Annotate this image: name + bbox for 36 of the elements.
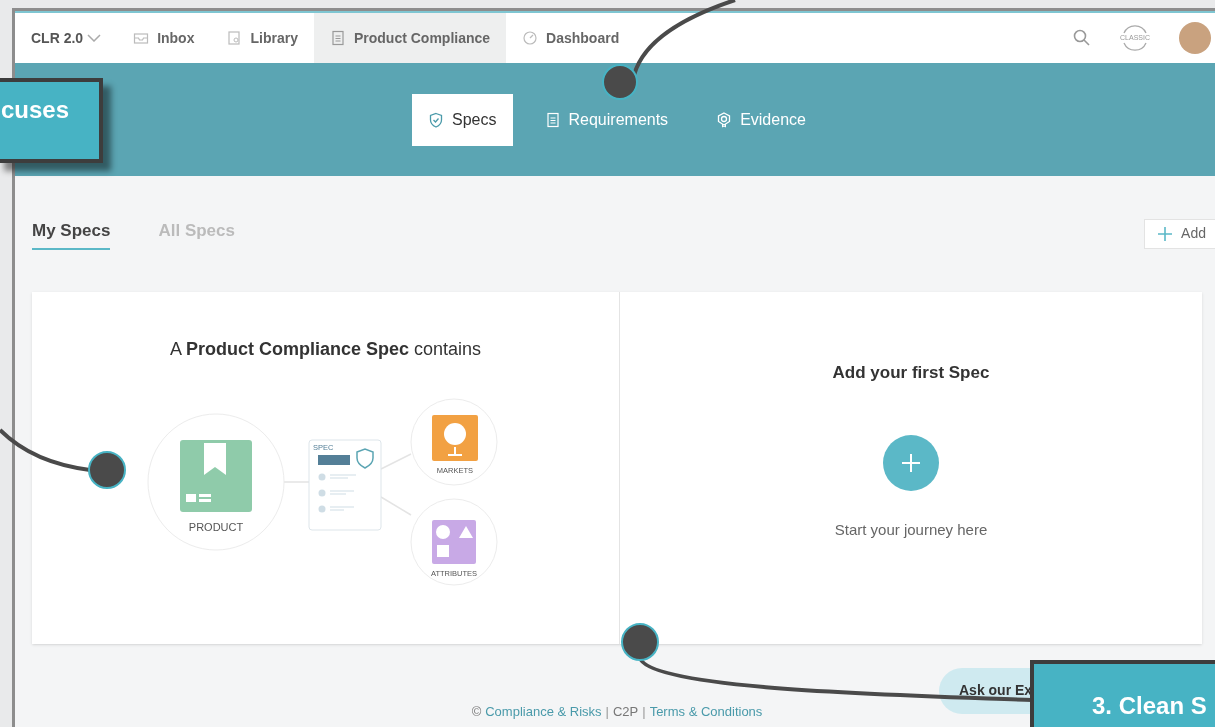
footer-link[interactable]: Terms & Conditions xyxy=(649,701,763,721)
footer-text: © xyxy=(471,702,482,721)
intro-heading: A Product Compliance Spec contains xyxy=(169,337,482,361)
footer-link[interactable]: Compliance & Risks xyxy=(485,701,602,721)
award-icon xyxy=(716,111,733,128)
add-button[interactable]: Add xyxy=(1144,218,1215,249)
book-icon xyxy=(226,30,243,46)
footer-separator: | xyxy=(642,702,646,721)
shapes-icon xyxy=(431,519,476,564)
shield-icon xyxy=(428,111,445,128)
search-icon[interactable] xyxy=(1073,29,1091,47)
gauge-icon xyxy=(522,30,539,46)
add-spec-button[interactable] xyxy=(883,435,939,491)
nav-tab[interactable]: Dashboard xyxy=(506,13,636,63)
nav-tab[interactable]: Product Compliance xyxy=(313,13,507,63)
product-label: PRODUCT xyxy=(188,520,243,533)
section-tab[interactable]: Specs xyxy=(412,93,513,146)
brand-menu[interactable]: CLR 2.0 xyxy=(15,13,118,63)
plus-icon xyxy=(901,453,921,473)
footer-text: C2P xyxy=(612,702,639,721)
avatar[interactable] xyxy=(1179,22,1211,54)
callout-box: 3. Clean S xyxy=(1030,660,1215,727)
document-icon xyxy=(544,111,561,128)
product-icon xyxy=(179,439,252,512)
spec-tab[interactable]: My Specs xyxy=(32,218,111,250)
plus-icon xyxy=(1157,225,1174,242)
envelope-icon xyxy=(133,30,150,46)
document-icon xyxy=(329,30,346,46)
footer-separator: | xyxy=(605,702,609,721)
empty-hint: Start your journey here xyxy=(834,520,988,540)
nav-tab[interactable]: Library xyxy=(210,13,314,63)
chevron-down-icon xyxy=(87,34,102,42)
empty-title: Add your first Spec xyxy=(832,361,990,384)
globe-icon xyxy=(431,414,478,461)
nav-tab[interactable]: Inbox xyxy=(117,13,211,63)
callout-box: cuses xyxy=(0,78,103,163)
